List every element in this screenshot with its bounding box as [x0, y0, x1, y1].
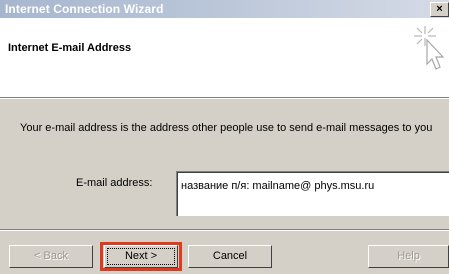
wizard-window: Internet Connection Wizard × Internet E-… — [0, 0, 449, 274]
email-value: название п/я: mailname@ phys.msu.ru — [181, 180, 375, 192]
footer-divider-highlight — [0, 230, 449, 231]
email-label: E-mail address: — [76, 177, 153, 189]
pointer-sparkle-icon — [414, 26, 445, 70]
close-button[interactable]: × — [430, 2, 449, 17]
title-bar[interactable]: Internet Connection Wizard × — [0, 0, 449, 18]
header-divider-highlight — [0, 98, 449, 99]
email-field[interactable]: название п/я: mailname@ phys.msu.ru — [176, 171, 449, 216]
help-button[interactable]: Help — [368, 245, 449, 268]
close-icon: × — [436, 3, 443, 15]
description-text: Your e-mail address is the address other… — [20, 122, 433, 134]
next-button[interactable]: Next > — [104, 245, 178, 268]
window-title: Internet Connection Wizard — [5, 2, 164, 16]
back-button[interactable]: < Back — [9, 245, 93, 268]
cancel-button[interactable]: Cancel — [188, 245, 272, 268]
wizard-header: Internet E-mail Address — [0, 18, 449, 97]
page-title: Internet E-mail Address — [8, 42, 132, 54]
